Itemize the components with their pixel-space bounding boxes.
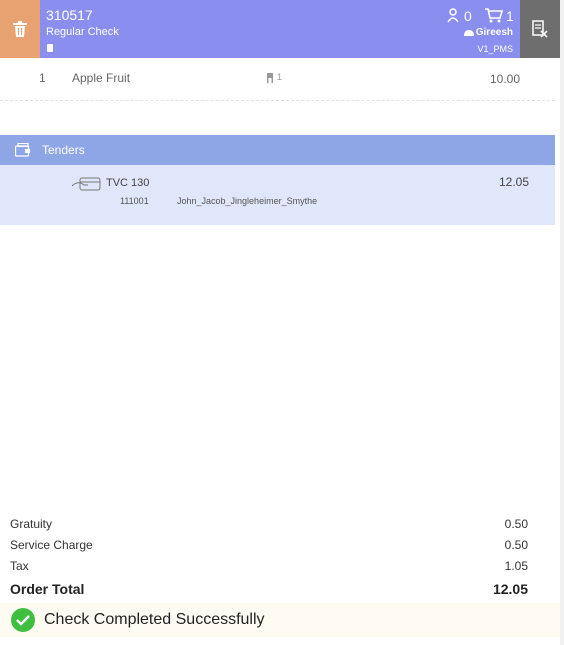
check-number: 310517 [46, 7, 93, 23]
employee-icon [464, 30, 474, 36]
check-doc-icon [47, 44, 53, 52]
close-check-button[interactable] [520, 0, 560, 58]
guest-count: 0 [464, 8, 472, 24]
tender-amount: 12.05 [498, 175, 529, 189]
service-charge-value: 0.50 [504, 538, 528, 552]
tenders-header: Tenders [0, 135, 555, 165]
item-seat: 1 [277, 72, 283, 82]
tender-number: 111001 [120, 196, 149, 206]
status-bar: Check Completed Successfully [0, 603, 560, 637]
order-item-row[interactable]: 1 Apple Fruit 1 10.00 [0, 58, 555, 101]
trash-icon [13, 21, 27, 37]
item-name: Apple Fruit [72, 71, 131, 85]
tenders-icon [15, 143, 30, 157]
status-message: Check Completed Successfully [44, 611, 265, 628]
tender-entry[interactable]: TVC 130 12.05 111001 John_Jacob_Jinglehe… [0, 165, 555, 225]
item-count: 1 [506, 8, 514, 24]
tax-label: Tax [10, 559, 29, 573]
service-charge-label: Service Charge [10, 538, 93, 552]
check-header: 310517 Regular Check 0 1 Gireesh V1_PMS [0, 0, 560, 58]
gratuity-value: 0.50 [504, 517, 528, 531]
cart-icon [485, 8, 503, 23]
tender-holder: John_Jacob_Jingleheimer_Smythe [177, 196, 318, 206]
seat-icon [267, 73, 273, 83]
delete-check-button[interactable] [0, 0, 40, 58]
close-check-icon [532, 20, 548, 38]
item-price: 10.00 [489, 72, 520, 86]
revenue-center: V1_PMS [477, 44, 513, 54]
check-type: Regular Check [46, 26, 119, 38]
order-total-label: Order Total [10, 581, 85, 597]
tax-value: 1.05 [504, 559, 528, 573]
scrollbar-track[interactable] [560, 0, 564, 645]
tenders-title: Tenders [42, 143, 85, 157]
tender-name: TVC 130 [106, 177, 150, 189]
guest-icon [447, 8, 459, 23]
gratuity-label: Gratuity [10, 517, 53, 531]
employee-name: Gireesh [475, 27, 513, 38]
item-quantity: 1 [39, 71, 46, 85]
order-total-value: 12.05 [492, 581, 528, 597]
tender-card-icon [72, 177, 101, 191]
check-circle-icon [11, 608, 35, 632]
